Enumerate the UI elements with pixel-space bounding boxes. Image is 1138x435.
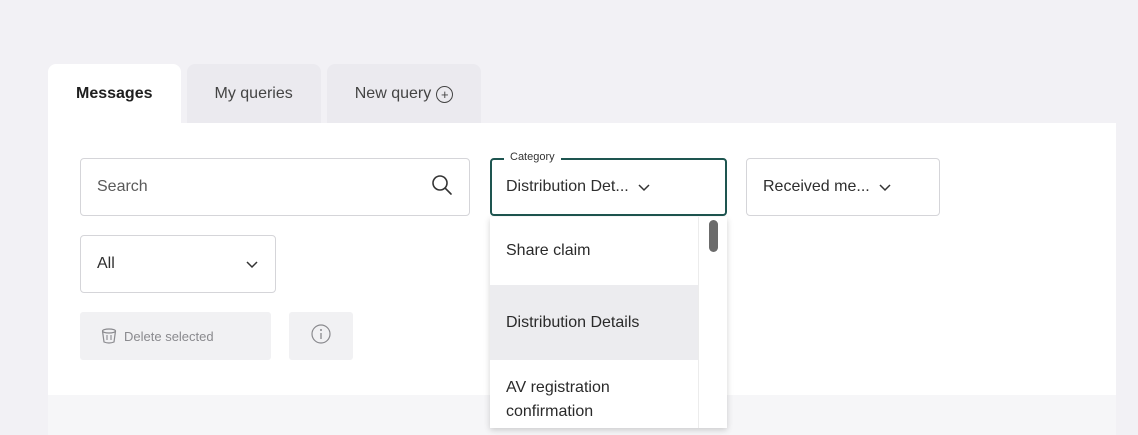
category-dropdown-list: Share claim Distribution Details AV regi… bbox=[490, 217, 727, 428]
received-value: Received me... bbox=[763, 178, 870, 195]
tab-new-query[interactable]: New query + bbox=[326, 64, 482, 124]
dropdown-option-label: Distribution Details bbox=[506, 313, 640, 331]
dropdown-option[interactable]: AV registration confirmation bbox=[490, 360, 698, 428]
trash-icon bbox=[100, 327, 118, 345]
info-icon bbox=[310, 323, 332, 350]
plus-circle-icon: + bbox=[436, 85, 454, 103]
tab-messages[interactable]: Messages bbox=[48, 64, 181, 124]
category-value: Distribution Det... bbox=[506, 178, 629, 195]
received-select[interactable]: Received me... bbox=[746, 158, 940, 216]
dropdown-option[interactable]: Share claim bbox=[490, 217, 698, 285]
chevron-down-icon bbox=[878, 182, 892, 192]
dropdown-option-label: AV registration confirmation bbox=[506, 378, 610, 420]
chevron-down-icon bbox=[637, 182, 651, 192]
tab-messages-label: Messages bbox=[76, 85, 153, 102]
dropdown-scrollbar[interactable] bbox=[698, 217, 727, 428]
tab-bar: Messages My queries New query + bbox=[48, 64, 482, 124]
search-field[interactable] bbox=[80, 158, 470, 216]
tab-my-queries-label: My queries bbox=[214, 85, 293, 102]
category-legend: Category bbox=[504, 151, 561, 163]
info-button[interactable] bbox=[289, 312, 353, 360]
dropdown-option-label: Share claim bbox=[506, 242, 591, 259]
search-icon[interactable] bbox=[431, 174, 453, 201]
delete-selected-button[interactable]: Delete selected bbox=[80, 312, 271, 360]
scope-select[interactable]: All bbox=[80, 235, 276, 293]
dropdown-option-selected[interactable]: Distribution Details bbox=[490, 285, 698, 360]
chevron-down-icon bbox=[245, 259, 259, 269]
tab-my-queries[interactable]: My queries bbox=[186, 64, 321, 124]
search-input[interactable] bbox=[97, 178, 397, 196]
category-select[interactable]: Category Distribution Det... bbox=[490, 151, 727, 216]
delete-selected-label: Delete selected bbox=[124, 328, 214, 344]
scrollbar-thumb[interactable] bbox=[709, 220, 718, 252]
scope-value: All bbox=[97, 255, 115, 272]
tab-new-query-label: New query bbox=[354, 85, 432, 102]
